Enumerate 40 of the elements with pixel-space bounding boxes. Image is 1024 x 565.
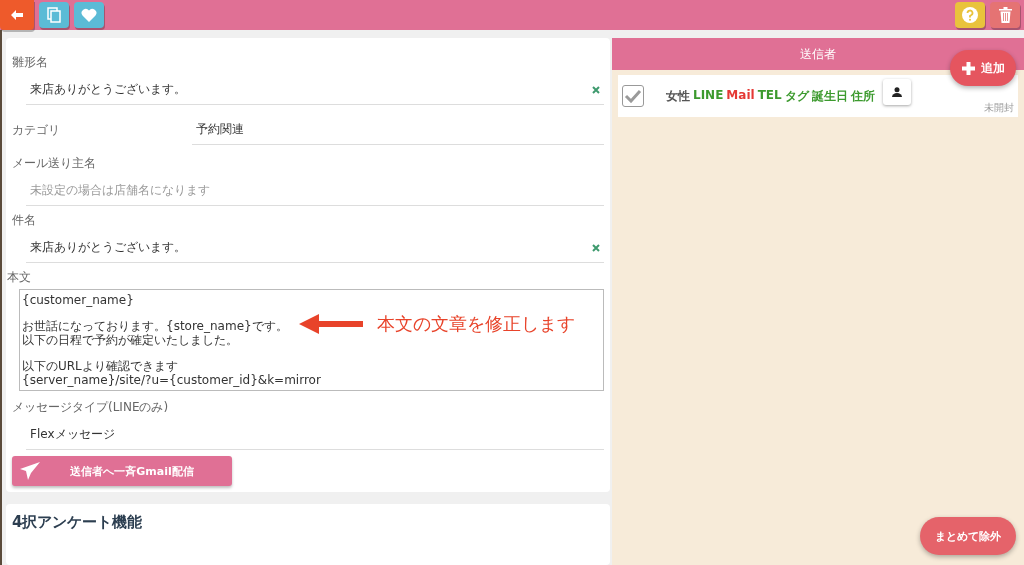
field-label: 件名 (12, 212, 37, 229)
copy-button[interactable] (39, 2, 69, 28)
tag-label: Mail (726, 87, 755, 104)
back-arrow-icon (11, 10, 23, 20)
checkbox[interactable] (622, 85, 644, 107)
trash-icon (998, 7, 1012, 23)
tag-label: 住所 (850, 87, 875, 105)
section-title: 4択アンケート機能 (12, 513, 143, 531)
tag-label: LINE (693, 87, 724, 104)
add-button[interactable]: 追加 (950, 50, 1016, 86)
help-icon (962, 7, 978, 23)
copy-icon (47, 7, 61, 23)
favorite-button[interactable] (74, 2, 104, 28)
category-field[interactable]: 予約関連 (192, 117, 604, 145)
help-button[interactable] (955, 2, 985, 28)
delete-button[interactable] (990, 2, 1020, 28)
tag-label: 女性 (666, 87, 690, 105)
tag-label: タグ (784, 87, 809, 105)
status-label: 未開封 (984, 101, 1014, 115)
field-label: 雛形名 (12, 54, 49, 71)
field-label: メッセージタイプ(LINEのみ) (12, 399, 170, 416)
person-icon (891, 87, 902, 97)
profile-button[interactable] (882, 79, 911, 105)
field-label: カテゴリ (12, 122, 61, 139)
clear-icon[interactable] (592, 243, 600, 252)
field-label: メール送り主名 (12, 155, 97, 172)
heart-icon (81, 8, 97, 22)
text-field[interactable]: 来店ありがとうございます。 (26, 235, 604, 263)
sender-row[interactable]: 女性 LINE Mail TEL タグ 誕生日 住所 未開封 (618, 75, 1018, 117)
text-field[interactable]: Flexメッセージ (26, 422, 604, 450)
back-button[interactable] (0, 0, 34, 30)
paper-plane-icon (20, 462, 40, 480)
plus-icon (961, 61, 975, 75)
arrow-icon (299, 314, 363, 334)
tag-label: TEL (757, 87, 782, 104)
tag-label: 誕生日 (811, 87, 848, 105)
clear-icon[interactable] (592, 85, 600, 94)
field-label: 本文 (7, 269, 32, 286)
annotation-text: 本文の文章を修正します (377, 312, 575, 336)
text-field[interactable]: 来店ありがとうございます。 (26, 77, 604, 105)
